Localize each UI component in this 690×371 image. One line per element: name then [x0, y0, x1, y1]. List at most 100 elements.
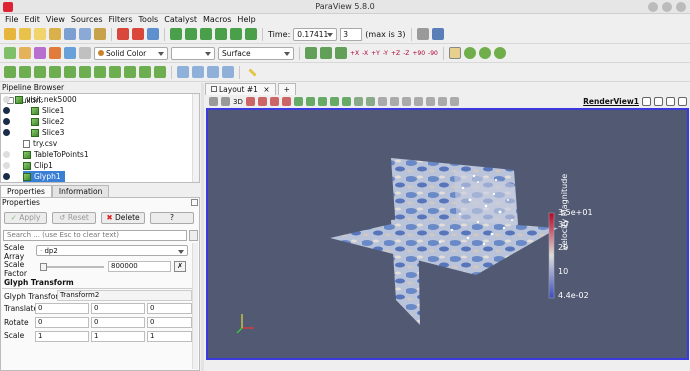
properties-search-input[interactable]: Search ... (use Esc to clear text)	[3, 230, 187, 241]
menu-macros[interactable]: Macros	[200, 14, 234, 25]
maximize-button[interactable]	[662, 2, 672, 12]
select-points-on-icon[interactable]	[257, 97, 267, 106]
reset-button[interactable]: ↺ Reset	[52, 212, 96, 224]
glyph-icon[interactable]	[94, 66, 106, 78]
rotate-minus-90-button[interactable]: -90	[428, 50, 438, 57]
zoom-to-box-icon[interactable]	[335, 47, 347, 59]
menu-file[interactable]: File	[2, 14, 21, 25]
set-view-plus-x-button[interactable]: +X	[350, 50, 359, 57]
pipeline-item-clip1[interactable]: Clip1	[3, 160, 53, 171]
split-horizontal-icon[interactable]	[642, 97, 651, 106]
tab-information[interactable]: Information	[51, 185, 110, 197]
clear-selection-icon[interactable]	[377, 97, 387, 106]
extract-level-icon[interactable]	[154, 66, 166, 78]
extract-subset-icon[interactable]	[79, 66, 91, 78]
pipeline-item-visit-nek5000[interactable]: visit.nek5000	[3, 94, 77, 105]
menu-filters[interactable]: Filters	[106, 14, 136, 25]
interactive-select-icon[interactable]	[317, 97, 327, 106]
hover-cells-icon[interactable]	[341, 97, 351, 106]
open-icon[interactable]	[4, 28, 16, 40]
visibility-eye-icon[interactable]	[3, 151, 10, 158]
last-frame-icon[interactable]	[230, 28, 242, 40]
scale-factor-slider[interactable]	[42, 266, 104, 268]
pipeline-item-slice2[interactable]: Slice2	[3, 116, 64, 127]
capture-screenshot-icon[interactable]	[401, 97, 411, 106]
menu-edit[interactable]: Edit	[21, 14, 43, 25]
scale-z-input[interactable]: 1	[147, 331, 192, 342]
panel-splitter[interactable]	[201, 83, 204, 371]
representation-combo[interactable]: Surface	[218, 46, 294, 60]
redo-icon[interactable]	[132, 28, 144, 40]
contour-icon[interactable]	[19, 66, 31, 78]
undo-icon[interactable]	[117, 28, 129, 40]
add-layout-tab[interactable]: +	[277, 83, 296, 95]
pipeline-scrollbar[interactable]	[192, 94, 199, 182]
minimize-button[interactable]	[648, 2, 658, 12]
rotate-x-input[interactable]: 0	[35, 317, 89, 328]
visibility-eye-icon[interactable]	[3, 162, 10, 169]
next-frame-icon[interactable]	[215, 28, 227, 40]
set-view-minus-y-button[interactable]: -Y	[383, 50, 388, 57]
scale-factor-slider-handle[interactable]	[40, 263, 47, 271]
set-view-minus-x-button[interactable]: -X	[362, 50, 368, 57]
play-icon[interactable]	[200, 28, 212, 40]
split-vertical-icon[interactable]	[654, 97, 663, 106]
reset-camera-closest-icon[interactable]	[305, 47, 317, 59]
translate-x-input[interactable]: 0	[35, 303, 89, 314]
remove-camera-icon[interactable]	[437, 97, 447, 106]
camera-undo-icon[interactable]	[209, 97, 218, 106]
select-polygon-icon[interactable]	[293, 97, 303, 106]
visibility-eye-icon[interactable]	[3, 96, 10, 103]
hover-points-icon[interactable]	[329, 97, 339, 106]
toggle-color-legend-icon[interactable]	[4, 47, 16, 59]
zoom-to-data-icon[interactable]	[320, 47, 332, 59]
group-datasets-icon[interactable]	[139, 66, 151, 78]
menu-sources[interactable]: Sources	[68, 14, 106, 25]
scale-x-input[interactable]: 1	[35, 331, 89, 342]
loop-icon[interactable]	[245, 28, 257, 40]
select-blocks-icon[interactable]	[305, 97, 315, 106]
render-view[interactable]: 3.5e+01 30 20 10 4.4e-02 velocity Magnit…	[206, 108, 689, 360]
load-state-icon[interactable]	[49, 28, 61, 40]
shrink-selection-icon[interactable]	[365, 97, 375, 106]
select-cells-through-icon[interactable]	[269, 97, 279, 106]
reset-camera-icon[interactable]	[147, 28, 159, 40]
visibility-eye-icon[interactable]	[3, 173, 10, 180]
pipeline-item-slice3[interactable]: Slice3	[3, 127, 64, 138]
grow-selection-icon[interactable]	[353, 97, 363, 106]
select-points-icon[interactable]	[222, 66, 234, 78]
save-state-icon[interactable]	[34, 28, 46, 40]
visibility-eye-icon[interactable]	[3, 129, 10, 136]
undock-icon[interactable]	[191, 199, 198, 206]
extract-selection-icon[interactable]	[177, 66, 189, 78]
warp-vector-icon[interactable]	[124, 66, 136, 78]
scale-y-input[interactable]: 1	[91, 331, 145, 342]
pipeline-item-glyph1[interactable]: Glyph1	[3, 171, 65, 182]
rescale-visible-icon[interactable]	[64, 47, 76, 59]
threshold-icon[interactable]	[64, 66, 76, 78]
stream-tracer-icon[interactable]	[109, 66, 121, 78]
slice-icon[interactable]	[49, 66, 61, 78]
translate-z-input[interactable]: 0	[147, 303, 192, 314]
maximize-view-icon[interactable]	[666, 97, 675, 106]
python-shell-icon[interactable]	[431, 28, 444, 40]
plot-selection-icon[interactable]	[192, 66, 204, 78]
time-index-spinbox[interactable]: 3	[340, 27, 363, 41]
set-view-plus-y-button[interactable]: +Y	[371, 50, 380, 57]
help-button[interactable]: ?	[150, 212, 194, 224]
select-cells-on-icon[interactable]	[245, 97, 255, 106]
find-data-view-icon[interactable]	[389, 97, 399, 106]
translate-y-input[interactable]: 0	[91, 303, 145, 314]
coloring-combo[interactable]: Solid Color	[94, 46, 168, 60]
toggle-3d-button[interactable]: 3D	[233, 98, 243, 106]
clip-icon[interactable]	[34, 66, 46, 78]
menu-view[interactable]: View	[43, 14, 68, 25]
pipeline-item-try-csv[interactable]: try.csv	[23, 138, 57, 149]
scale-factor-input[interactable]: 800000	[108, 261, 171, 272]
rotate-y-input[interactable]: 0	[91, 317, 145, 328]
disconnect-icon[interactable]	[79, 28, 91, 40]
tab-layout-1[interactable]: Layout #1 ×	[205, 83, 276, 95]
pipeline-item-slice1[interactable]: Slice1	[3, 105, 64, 116]
visibility-eye-icon[interactable]	[3, 118, 10, 125]
rotate-z-input[interactable]: 0	[147, 317, 192, 328]
